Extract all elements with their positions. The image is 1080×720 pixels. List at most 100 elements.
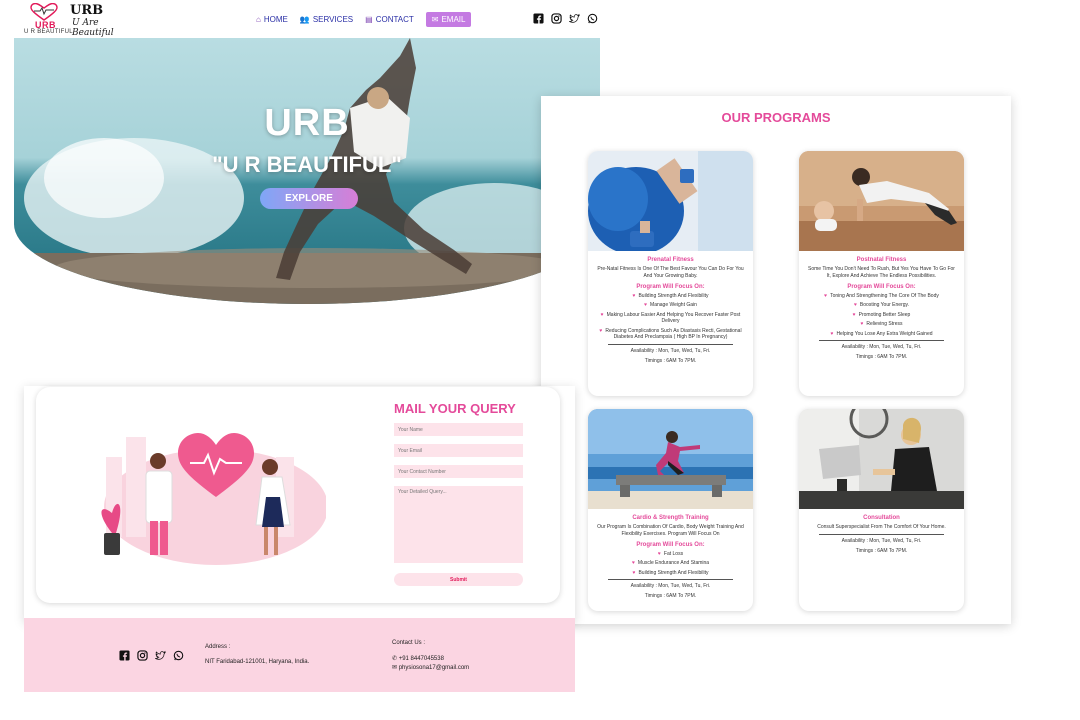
list-item: ♥ Promoting Better Sleep xyxy=(809,312,954,319)
divider xyxy=(608,343,733,345)
query-card: MAIL YOUR QUERY Your Name Your Email You… xyxy=(36,387,560,603)
programs-title: OUR PROGRAMS xyxy=(721,110,831,125)
explore-button[interactable]: EXPLORE xyxy=(260,188,358,209)
nav-email-label: EMAIL xyxy=(441,15,466,24)
list-item: ♥ Toning And Strengthening The Core Of Th… xyxy=(809,293,954,300)
nav-contact-label: CONTACT xyxy=(375,15,414,24)
twitter-icon[interactable] xyxy=(155,650,166,661)
consultation-photo xyxy=(799,409,964,509)
list-item: ♥ Boosting Your Energy. xyxy=(809,302,954,309)
programs-panel: OUR PROGRAMS Prenatal Fitness Pre-Natal … xyxy=(541,96,1011,624)
prenatal-photo xyxy=(588,151,753,251)
facebook-icon[interactable] xyxy=(533,13,544,24)
card-focus-label: Program Will Focus On: xyxy=(636,541,705,548)
contact-heading: Contact Us : xyxy=(392,640,426,646)
card-timings: Timings : 6AM To 7PM. xyxy=(644,593,697,599)
users-icon: 👥 xyxy=(299,15,310,24)
heart-icon: ♥ xyxy=(644,302,648,308)
brand-title: URB xyxy=(70,3,104,18)
list-item: ♥ Building Strength And Flexibility xyxy=(598,293,743,300)
name-field[interactable]: Your Name xyxy=(394,423,523,436)
query-textarea[interactable]: Your Detailed Query... xyxy=(394,486,523,563)
card-focus-list: ♥ Building Strength And Flexibility ♥ Mana… xyxy=(588,293,753,341)
facebook-icon[interactable] xyxy=(119,650,130,661)
nav-services[interactable]: 👥 SERVICES xyxy=(300,15,353,24)
program-card-cardio[interactable]: Cardio & Strength Training Our Program I… xyxy=(588,409,753,611)
header: URB U R BEAUTIFUL URB U Are Beautiful ⌂ … xyxy=(0,0,1080,38)
card-availability: Availability : Mon, Tue, Wed, Tu, Fri. xyxy=(630,347,711,354)
footer-social xyxy=(119,650,184,661)
heart-icon: ♥ xyxy=(632,292,636,299)
query-title: MAIL YOUR QUERY xyxy=(394,401,516,416)
list-item: ♥ Fat Loss xyxy=(598,551,743,558)
heart-logo-icon xyxy=(30,3,58,21)
card-title: Postnatal Fitness xyxy=(856,257,907,263)
email-link[interactable]: ✉ physiosona17@gmail.com xyxy=(392,664,469,671)
whatsapp-icon[interactable] xyxy=(587,13,598,24)
logo-sub-text: U R BEAUTIFUL xyxy=(24,29,73,35)
divider xyxy=(819,533,944,535)
email-text: physiosona17@gmail.com xyxy=(398,665,470,671)
program-card-prenatal[interactable]: Prenatal Fitness Pre-Natal Fitness Is On… xyxy=(588,151,753,396)
divider xyxy=(608,579,733,580)
twitter-icon[interactable] xyxy=(569,13,580,24)
heart-icon: ♥ xyxy=(631,560,635,566)
card-description: Consult Superspecialist From The Comfort… xyxy=(817,524,946,530)
card-description: Our Program Is Combination Of Cardio, Bo… xyxy=(597,524,744,537)
nav-contact[interactable]: ▤ CONTACT xyxy=(365,15,414,24)
submit-button[interactable]: Submit xyxy=(394,573,523,586)
program-card-postnatal[interactable]: Postnatal Fitness Some Time You Don't Ne… xyxy=(799,151,964,396)
hero-section: URB "U R BEAUTIFUL" EXPLORE xyxy=(14,38,600,304)
list-item: ♥ Reducing Complications Such As Diastasi… xyxy=(598,328,743,341)
brand-script: U Are Beautiful xyxy=(72,18,114,38)
card-timings: Timings : 6AM To 7PM. xyxy=(855,354,908,360)
cardio-photo xyxy=(588,409,753,509)
heart-icon: ♥ xyxy=(632,569,636,576)
heart-icon: ♥ xyxy=(599,327,603,334)
hero-title: URB xyxy=(264,102,350,144)
card-description: Pre-Natal Fitness Is One Of The Best Fav… xyxy=(597,266,744,279)
card-focus-list: ♥ Fat Loss ♥ Muscle Endurance And Stamina … xyxy=(588,551,753,577)
card-availability: Availability : Mon, Tue, Wed, Tu, Fri. xyxy=(630,583,711,589)
phone-text: +91 8447045538 xyxy=(398,656,444,662)
list-item-text: Reducing Complications Such As Diastasis… xyxy=(605,327,742,341)
phone-link[interactable]: ✆ +91 8447045538 xyxy=(392,655,444,662)
envelope-icon: ✉ xyxy=(392,665,398,671)
instagram-icon[interactable] xyxy=(137,650,148,661)
card-title: Consultation xyxy=(863,515,900,521)
heart-icon: ♥ xyxy=(852,311,856,318)
list-item-text: Toning And Strengthening The Core Of The… xyxy=(830,292,939,299)
email-field[interactable]: Your Email xyxy=(394,444,523,457)
nav-home[interactable]: ⌂ HOME xyxy=(256,15,288,24)
heart-icon: ♥ xyxy=(600,311,604,318)
nav-email[interactable]: ✉ EMAIL xyxy=(425,12,472,27)
list-item-text: Fat Loss xyxy=(663,550,684,557)
program-card-consultation[interactable]: Consultation Consult Superspecialist Fro… xyxy=(799,409,964,611)
contact-number-field[interactable]: Your Contact Number xyxy=(394,465,523,478)
logo[interactable]: URB U R BEAUTIFUL URB U Are Beautiful xyxy=(22,2,132,38)
card-description: Some Time You Don't Need To Rush, But Ye… xyxy=(808,266,955,279)
nav-home-label: HOME xyxy=(263,15,288,24)
list-item: ♥ Making Labour Easier And Helping You Re… xyxy=(598,312,743,325)
list-item: ♥ Building Strength And Flexibility xyxy=(598,570,743,577)
heart-icon: ♥ xyxy=(830,330,834,337)
phone-icon: ✆ xyxy=(392,656,398,662)
card-title: Cardio & Strength Training xyxy=(632,515,709,521)
instagram-icon[interactable] xyxy=(551,13,562,24)
card-timings: Timings : 6AM To 7PM. xyxy=(644,357,697,364)
list-item-text: Promoting Better Sleep xyxy=(858,311,911,318)
list-item: ♥ Manage Weight Gain xyxy=(598,302,743,309)
contact-icon: ▤ xyxy=(365,15,373,24)
mail-icon: ✉ xyxy=(431,15,439,24)
list-item-text: Building Strength And Flexibility xyxy=(638,569,709,576)
main-nav: ⌂ HOME 👥 SERVICES ▤ CONTACT ✉ EMAIL xyxy=(256,12,472,27)
footer: Address : NIT Faridabad-121001, Haryana,… xyxy=(24,618,575,692)
card-focus-label: Program Will Focus On: xyxy=(847,283,916,290)
list-item-text: Boosting Your Energy. xyxy=(859,302,910,308)
divider xyxy=(819,340,944,341)
postnatal-photo xyxy=(799,151,964,251)
heart-icon: ♥ xyxy=(657,550,661,557)
address-heading: Address : xyxy=(205,644,231,650)
heart-icon: ♥ xyxy=(860,321,864,327)
whatsapp-icon[interactable] xyxy=(173,650,184,661)
